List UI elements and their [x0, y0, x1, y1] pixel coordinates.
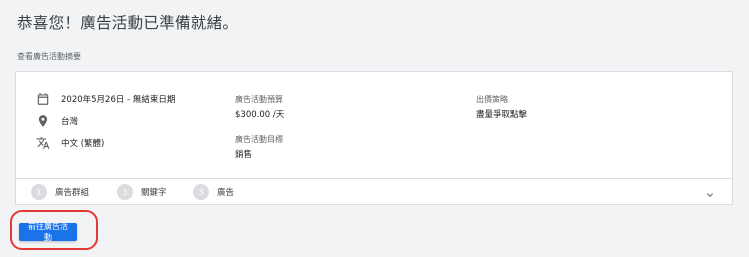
step-number: 3 — [193, 184, 209, 200]
bidding-label: 出價策略 — [476, 95, 508, 104]
location-row: 台灣 — [36, 114, 78, 128]
goal-label: 廣告活動目標 — [235, 135, 283, 144]
campaign-steps-bar[interactable]: 1 廣告群組 3 關鍵字 3 廣告 — [16, 179, 732, 206]
budget-label: 廣告活動預算 — [235, 95, 283, 104]
language-row: 中文 (繁體) — [36, 136, 104, 150]
calendar-icon — [36, 92, 50, 106]
translate-icon — [36, 136, 50, 150]
bidding-value: 盡量爭取點擊 — [476, 110, 528, 120]
step-ads[interactable]: 3 廣告 — [193, 184, 234, 200]
step-label: 廣告 — [217, 188, 235, 198]
date-range-text: 2020年5月26日 - 無結束日期 — [61, 95, 176, 105]
language-text: 中文 (繁體) — [61, 139, 105, 149]
go-to-campaign-button[interactable]: 前往廣告活動 — [19, 222, 77, 242]
date-row: 2020年5月26日 - 無結束日期 — [36, 92, 175, 106]
step-number: 1 — [31, 184, 47, 200]
location-pin-icon — [36, 114, 50, 128]
step-label: 關鍵字 — [141, 188, 167, 198]
step-label: 廣告群組 — [55, 188, 90, 198]
summary-subtitle: 查看廣告活動摘要 — [17, 52, 81, 61]
page-title: 恭喜您！廣告活動已準備就緒。 — [17, 14, 239, 32]
budget-value: $300.00 /天 — [235, 110, 285, 120]
step-ad-groups[interactable]: 1 廣告群組 — [31, 184, 89, 200]
step-number: 3 — [117, 184, 133, 200]
step-keywords[interactable]: 3 關鍵字 — [117, 184, 167, 200]
chevron-down-icon[interactable] — [704, 186, 716, 198]
campaign-summary-card: 2020年5月26日 - 無結束日期 台灣 中文 (繁體) 廣告活動預算 $30… — [15, 71, 733, 205]
location-text: 台灣 — [61, 117, 79, 127]
goal-value: 銷售 — [235, 150, 253, 160]
